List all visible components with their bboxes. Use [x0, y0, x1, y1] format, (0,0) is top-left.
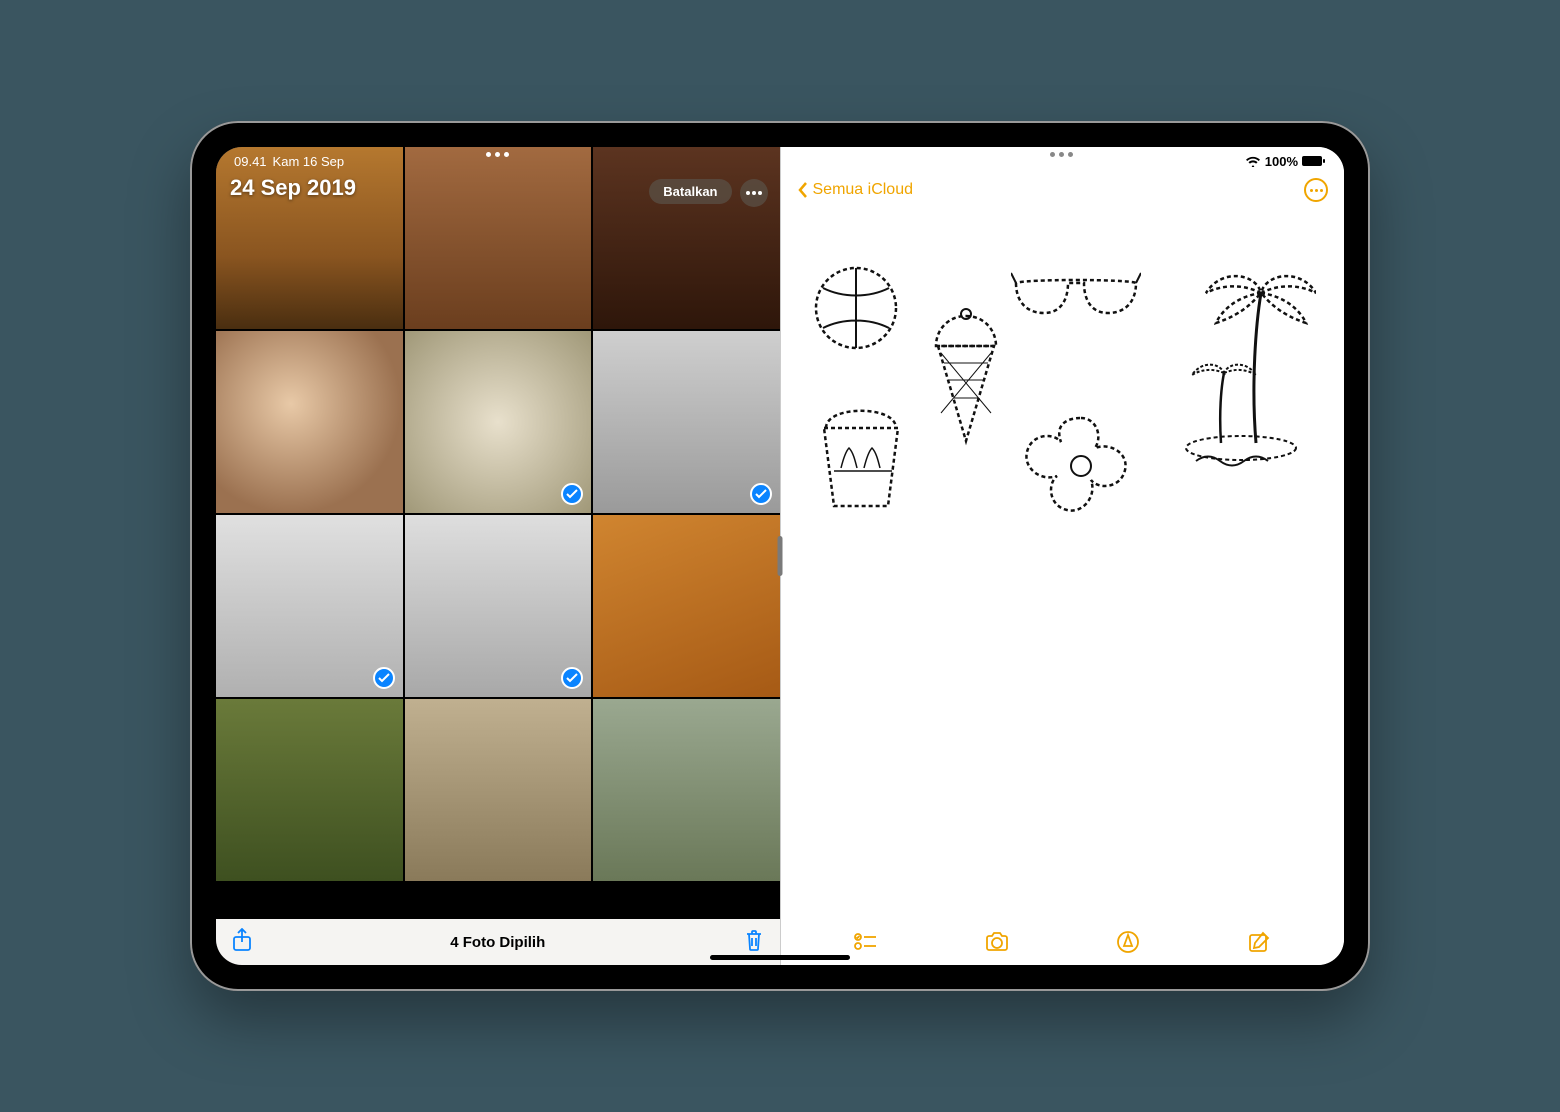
multitask-dots-right[interactable]: [1050, 152, 1073, 157]
notes-back-button[interactable]: Semua iCloud: [797, 181, 914, 199]
photo-thumbnail[interactable]: [216, 331, 403, 513]
trash-icon[interactable]: [744, 928, 764, 957]
photo-thumbnail[interactable]: [593, 515, 780, 697]
photo-thumbnail[interactable]: [593, 331, 780, 513]
multitask-dots-left[interactable]: [486, 152, 509, 157]
cancel-button[interactable]: Batalkan: [649, 179, 731, 204]
home-indicator[interactable]: [710, 955, 850, 960]
photo-thumbnail[interactable]: [593, 147, 780, 329]
selected-check-icon: [750, 483, 772, 505]
photo-thumbnail[interactable]: [405, 147, 592, 329]
photo-thumbnail[interactable]: [405, 331, 592, 513]
markup-icon[interactable]: [1116, 930, 1140, 954]
compose-icon[interactable]: [1247, 930, 1271, 954]
selected-check-icon: [561, 483, 583, 505]
notes-header: Semua iCloud: [781, 167, 1345, 213]
photo-thumbnail[interactable]: [593, 699, 780, 881]
photo-thumbnail[interactable]: [216, 699, 403, 881]
photos-app-pane: Batalkan 24 Sep 2019 4 Foto Dipilih: [216, 147, 780, 965]
ipad-device-frame: 09.41 Kam 16 Sep 100% Batalkan 24 Sep 20…: [190, 121, 1370, 991]
screen: 09.41 Kam 16 Sep 100% Batalkan 24 Sep 20…: [216, 147, 1344, 965]
sunglasses-doodle: [1011, 263, 1141, 323]
flower-doodle: [1016, 408, 1146, 528]
photo-thumbnail[interactable]: [405, 515, 592, 697]
photos-toolbar: 4 Foto Dipilih: [216, 919, 780, 965]
camera-icon[interactable]: [984, 931, 1010, 953]
selected-check-icon: [373, 667, 395, 689]
notes-drawing-canvas[interactable]: [781, 213, 1345, 919]
splitview-divider-handle[interactable]: [778, 536, 783, 576]
checklist-icon[interactable]: [854, 932, 878, 952]
ice-cream-doodle: [926, 308, 1006, 448]
palm-trees-doodle: [1166, 253, 1316, 473]
notes-app-pane: Semua iCloud: [780, 147, 1345, 965]
share-icon[interactable]: [232, 928, 252, 957]
photos-date-header: 24 Sep 2019: [230, 175, 356, 201]
photos-grid: 24 Sep 2019: [216, 147, 780, 919]
notes-back-label: Semua iCloud: [813, 181, 914, 199]
selection-count-label: 4 Foto Dipilih: [216, 934, 780, 951]
selected-check-icon: [561, 667, 583, 689]
sand-bucket-doodle: [806, 393, 916, 513]
photo-thumbnail[interactable]: [405, 699, 592, 881]
photos-more-button[interactable]: [740, 179, 768, 207]
notes-toolbar: [781, 919, 1345, 965]
notes-more-button[interactable]: [1304, 178, 1328, 202]
photo-thumbnail[interactable]: [216, 515, 403, 697]
photo-thumbnail[interactable]: 24 Sep 2019: [216, 147, 403, 329]
beach-ball-doodle: [811, 263, 901, 353]
